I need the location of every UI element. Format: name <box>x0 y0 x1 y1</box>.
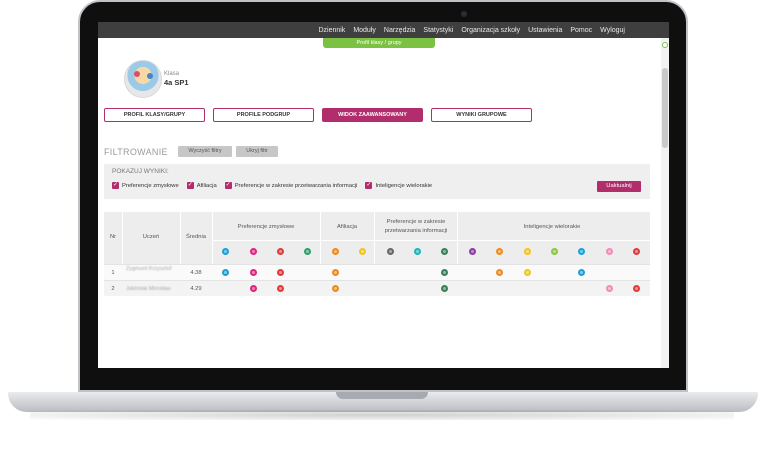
header-indicator-dot <box>523 248 531 255</box>
header-indicator-dot <box>468 248 476 255</box>
update-button[interactable]: Uaktualnij <box>597 181 641 192</box>
table-row[interactable]: 2 Jakimiak Mirosław 4.29 <box>104 280 650 296</box>
header-indicator-dot <box>605 248 613 255</box>
score-dot <box>331 285 339 292</box>
header-indicator-dot <box>386 248 394 255</box>
column-divider <box>457 212 458 264</box>
tab-profil-klasy[interactable]: PROFIL KLASY/GRUPY <box>104 108 205 122</box>
header-separator <box>212 240 650 241</box>
nav-item-moduly[interactable]: Moduły <box>353 27 376 34</box>
score-dot <box>441 269 449 276</box>
nav-item-statystyki[interactable]: Statystyki <box>423 27 453 34</box>
nav-item-ustawienia[interactable]: Ustawienia <box>528 27 562 34</box>
top-navigation: Dziennik Moduły Narzędzia Statystyki Org… <box>98 22 669 38</box>
student-average: 4.38 <box>190 270 202 276</box>
group-header-inteligencje: Inteligencje wielorakie <box>523 224 581 230</box>
class-avatar <box>124 60 162 98</box>
profile-tab[interactable]: Profil klasy / grupy <box>323 38 435 48</box>
nav-item-organizacja[interactable]: Organizacja szkoły <box>461 27 520 34</box>
checkbox-label: Afiliacja <box>196 182 217 189</box>
header-average: Średnia <box>186 234 206 240</box>
header-indicator-dot <box>551 248 558 255</box>
checkbox-label: Inteligencje wielorakie <box>375 182 433 189</box>
column-divider <box>320 212 321 264</box>
filter-panel: POKAZUJ WYNIKI: ✓ Preferencje zmysłowe ✓… <box>104 164 650 199</box>
score-dot <box>523 269 531 276</box>
class-name: 4a SP1 <box>164 78 189 87</box>
header-indicator-dot <box>222 248 230 255</box>
checkmark-icon: ✓ <box>365 182 373 189</box>
checkbox-przetwarzanie-informacji[interactable]: ✓ Preferencje w zakresie przetwarzania i… <box>224 182 358 189</box>
laptop-notch <box>336 392 428 399</box>
checkmark-icon: ✓ <box>224 182 232 189</box>
group-header-zmyslowe: Preferencje zmysłowe <box>237 224 295 230</box>
status-dot-icon <box>662 42 668 48</box>
header-indicator-dot <box>249 248 257 255</box>
student-name: Jakimiak Mirosław <box>126 286 171 292</box>
tab-widok-zaawansowany[interactable]: WIDOK ZAAWANSOWANY <box>322 108 423 122</box>
group-header-afiliacja: Afiliacja <box>337 224 357 230</box>
checkbox-label: Preferencje w zakresie przetwarzania inf… <box>234 182 358 189</box>
tab-profile-podgrup[interactable]: PROFILE PODGRUP <box>213 108 314 122</box>
score-dot <box>222 269 230 276</box>
group-header-przetwarzanie: Preferencje w zakresie przetwarzania inf… <box>384 219 448 234</box>
score-dot <box>277 285 284 292</box>
column-divider <box>122 212 123 264</box>
student-name: Zygmunt Krzysztof <box>126 266 172 272</box>
nav-item-pomoc[interactable]: Pomoc <box>570 27 592 34</box>
score-dot <box>249 269 257 276</box>
score-dot <box>496 269 504 276</box>
clear-filters-button[interactable]: Wyczyść filtry <box>178 146 232 157</box>
class-label: Klasa <box>164 71 180 77</box>
checkmark-icon: ✓ <box>186 182 194 189</box>
header-indicator-dot <box>441 248 449 255</box>
header-indicator-dot <box>496 248 504 255</box>
scrollbar-thumb[interactable] <box>662 68 668 148</box>
view-tabs: PROFIL KLASY/GRUPY PROFILE PODGRUP WIDOK… <box>104 108 532 122</box>
score-dot <box>633 285 641 292</box>
row-number: 2 <box>111 286 115 292</box>
header-indicator-dot <box>304 248 312 255</box>
nav-item-wyloguj[interactable]: Wyloguj <box>600 27 625 34</box>
column-divider <box>374 212 375 264</box>
tab-wyniki-grupowe[interactable]: WYNIKI GRUPOWE <box>431 108 532 122</box>
header-nr: Nr <box>109 234 117 240</box>
row-number: 1 <box>111 270 115 276</box>
header-indicator-dot <box>277 248 284 255</box>
header-indicator-dot <box>414 248 421 255</box>
app-screen: Dziennik Moduły Narzędzia Statystyki Org… <box>98 22 669 368</box>
score-dot <box>249 285 257 292</box>
hide-filter-button[interactable]: Ukryj filtr <box>236 146 278 157</box>
nav-item-dziennik[interactable]: Dziennik <box>318 27 345 34</box>
column-divider <box>212 212 213 264</box>
checkbox-label: Preferencje zmysłowe <box>122 182 179 189</box>
student-average: 4.29 <box>190 286 202 292</box>
laptop-shadow <box>30 410 734 420</box>
score-dot <box>441 285 449 292</box>
nav-item-narzedzia[interactable]: Narzędzia <box>384 27 416 34</box>
score-dot <box>605 285 613 292</box>
filter-checkboxes: ✓ Preferencje zmysłowe ✓ Afiliacja ✓ Pre… <box>112 182 432 189</box>
header-indicator-dot <box>633 248 641 255</box>
score-dot <box>578 269 586 276</box>
checkbox-afiliacja[interactable]: ✓ Afiliacja <box>186 182 217 189</box>
header-student: Uczeń <box>142 234 160 240</box>
filter-title: FILTROWANIE <box>104 147 168 157</box>
checkbox-inteligencje-wielorakie[interactable]: ✓ Inteligencje wielorakie <box>365 182 432 189</box>
camera-icon <box>461 11 467 17</box>
show-results-label: POKAZUJ WYNIKI: <box>112 168 169 175</box>
score-dot <box>331 269 339 276</box>
header-indicator-dot <box>578 248 586 255</box>
score-dot <box>277 269 284 276</box>
table-header: Nr Uczeń Średnia Preferencje zmysłowe Af… <box>104 212 650 264</box>
table-row[interactable]: 1 Zygmunt Krzysztof 4.38 <box>104 264 650 280</box>
header-indicator-dot <box>359 248 367 255</box>
checkbox-preferencje-zmyslowe[interactable]: ✓ Preferencje zmysłowe <box>112 182 179 189</box>
column-divider <box>180 212 181 264</box>
checkmark-icon: ✓ <box>112 182 119 189</box>
header-indicator-dot <box>331 248 339 255</box>
